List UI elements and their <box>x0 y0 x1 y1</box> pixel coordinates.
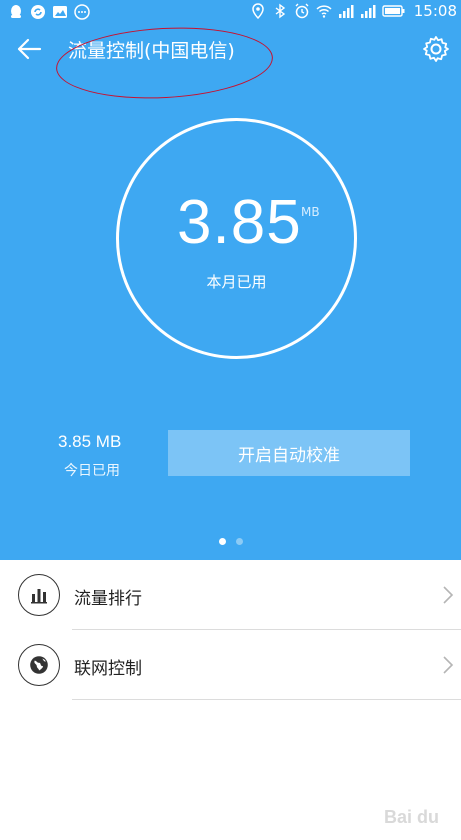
status-bar: 15:08 <box>0 0 461 24</box>
gear-icon <box>423 36 449 62</box>
back-button[interactable] <box>14 34 44 64</box>
page-dot-active[interactable] <box>218 538 226 545</box>
monthly-usage-value: 3.85 <box>177 188 302 257</box>
monthly-usage-label: 本月已用 <box>206 273 267 291</box>
battery-icon <box>382 3 406 19</box>
divider <box>72 699 461 700</box>
chevron-right-icon <box>443 586 454 604</box>
watermark-logo: Bai du <box>383 807 439 827</box>
bluetooth-icon <box>272 3 288 19</box>
usage-circle: 3.85 MB 本月已用 <box>116 118 357 359</box>
wifi-icon <box>316 3 332 19</box>
back-arrow-icon <box>17 38 42 60</box>
more-icon <box>74 4 90 20</box>
menu-item-network-control[interactable]: 联网控制 <box>0 630 461 700</box>
globe-icon <box>18 644 60 686</box>
menu-label: 流量排行 <box>74 589 142 609</box>
alarm-icon <box>294 3 310 19</box>
page-indicator <box>0 538 461 545</box>
qq-icon <box>8 4 24 20</box>
today-usage-label: 今日已用 <box>64 463 120 479</box>
today-usage-value: 3.85 MB <box>58 432 122 451</box>
bar-chart-icon <box>18 574 60 616</box>
sync-icon <box>30 4 46 20</box>
signal-icon <box>360 3 376 19</box>
status-time: 15:08 <box>413 2 457 20</box>
settings-button[interactable] <box>421 34 451 64</box>
signal-icon <box>338 3 354 19</box>
traffic-panel: 15:08 流量控制(中国电信) 3.85 MB 本月已用 3.85 MB 今日… <box>0 0 461 560</box>
page-dot[interactable] <box>235 538 243 545</box>
auto-calibrate-button[interactable]: 开启自动校准 <box>168 430 410 476</box>
title-bar: 流量控制(中国电信) <box>0 22 461 104</box>
menu-label: 联网控制 <box>74 659 142 679</box>
annotation-ellipse <box>54 22 275 104</box>
chevron-right-icon <box>443 656 454 674</box>
monthly-usage-unit: MB <box>301 205 320 219</box>
menu-item-traffic-ranking[interactable]: 流量排行 <box>0 560 461 630</box>
image-icon <box>52 4 68 20</box>
location-icon <box>250 3 266 19</box>
